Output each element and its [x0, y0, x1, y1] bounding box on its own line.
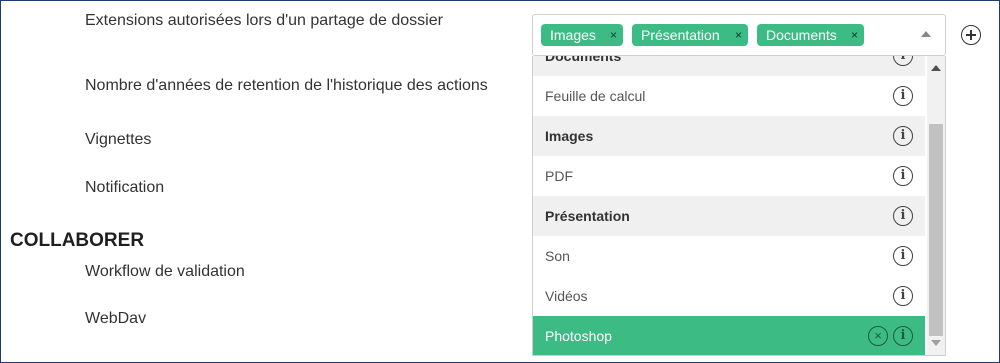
extensions-multiselect[interactable]: Images × Présentation × Documents ×	[532, 14, 946, 56]
setting-label-webdav: WebDav	[85, 310, 147, 327]
setting-label-validation-workflow: Workflow de validation	[85, 263, 245, 280]
extensions-dropdown-list[interactable]: Documents i Feuille de calcul i Images i…	[532, 56, 946, 356]
option-group-images[interactable]: Images i	[533, 116, 925, 156]
plus-circle-icon[interactable]	[961, 25, 981, 45]
chip-remove-icon[interactable]: ×	[735, 24, 742, 46]
setting-label-allowed-extensions: Extensions autorisées lors d'un partage …	[85, 12, 443, 29]
scroll-down-arrow-icon[interactable]	[931, 340, 941, 346]
chip-label: Images	[550, 27, 596, 43]
option-label: Vidéos	[545, 288, 588, 304]
clear-circle-icon[interactable]: ×	[868, 326, 888, 346]
option-label: Documents	[545, 56, 622, 64]
chip-remove-icon[interactable]: ×	[610, 24, 617, 46]
option-label: Photoshop	[545, 328, 612, 344]
info-icon[interactable]: i	[893, 56, 913, 66]
option-label: Feuille de calcul	[545, 88, 646, 104]
chip-images: Images ×	[541, 24, 623, 46]
option-son[interactable]: Son i	[533, 236, 925, 276]
scroll-up-arrow-icon[interactable]	[931, 65, 941, 71]
option-label: Présentation	[545, 208, 630, 224]
option-label: Son	[545, 248, 570, 264]
chip-remove-icon[interactable]: ×	[851, 24, 858, 46]
option-videos[interactable]: Vidéos i	[533, 276, 925, 316]
chip-documents: Documents ×	[757, 24, 864, 46]
info-icon[interactable]: i	[893, 166, 913, 186]
option-group-presentation[interactable]: Présentation i	[533, 196, 925, 236]
option-group-documents[interactable]: Documents i	[533, 56, 925, 76]
option-photoshop[interactable]: Photoshop × i	[533, 316, 925, 355]
option-label: PDF	[545, 168, 573, 184]
caret-up-icon[interactable]	[921, 31, 931, 37]
info-icon[interactable]: i	[893, 126, 913, 146]
info-icon[interactable]: i	[893, 286, 913, 306]
info-icon[interactable]: i	[893, 246, 913, 266]
info-icon[interactable]: i	[893, 206, 913, 226]
dropdown-scrollbar[interactable]	[927, 56, 945, 355]
option-label: Images	[545, 128, 594, 144]
info-icon[interactable]: i	[893, 86, 913, 106]
info-icon[interactable]: i	[893, 326, 913, 346]
option-pdf[interactable]: PDF i	[533, 156, 925, 196]
chip-label: Présentation	[641, 27, 720, 43]
section-title-collaborer: COLLABORER	[10, 230, 145, 251]
setting-label-thumbnails: Vignettes	[85, 131, 152, 148]
scrollbar-thumb[interactable]	[929, 124, 943, 336]
option-feuille-de-calcul[interactable]: Feuille de calcul i	[533, 76, 925, 116]
chip-presentation: Présentation ×	[632, 24, 748, 46]
chip-label: Documents	[766, 27, 837, 43]
setting-label-notification: Notification	[85, 179, 165, 196]
setting-label-history-retention: Nombre d'années de retention de l'histor…	[85, 77, 488, 94]
